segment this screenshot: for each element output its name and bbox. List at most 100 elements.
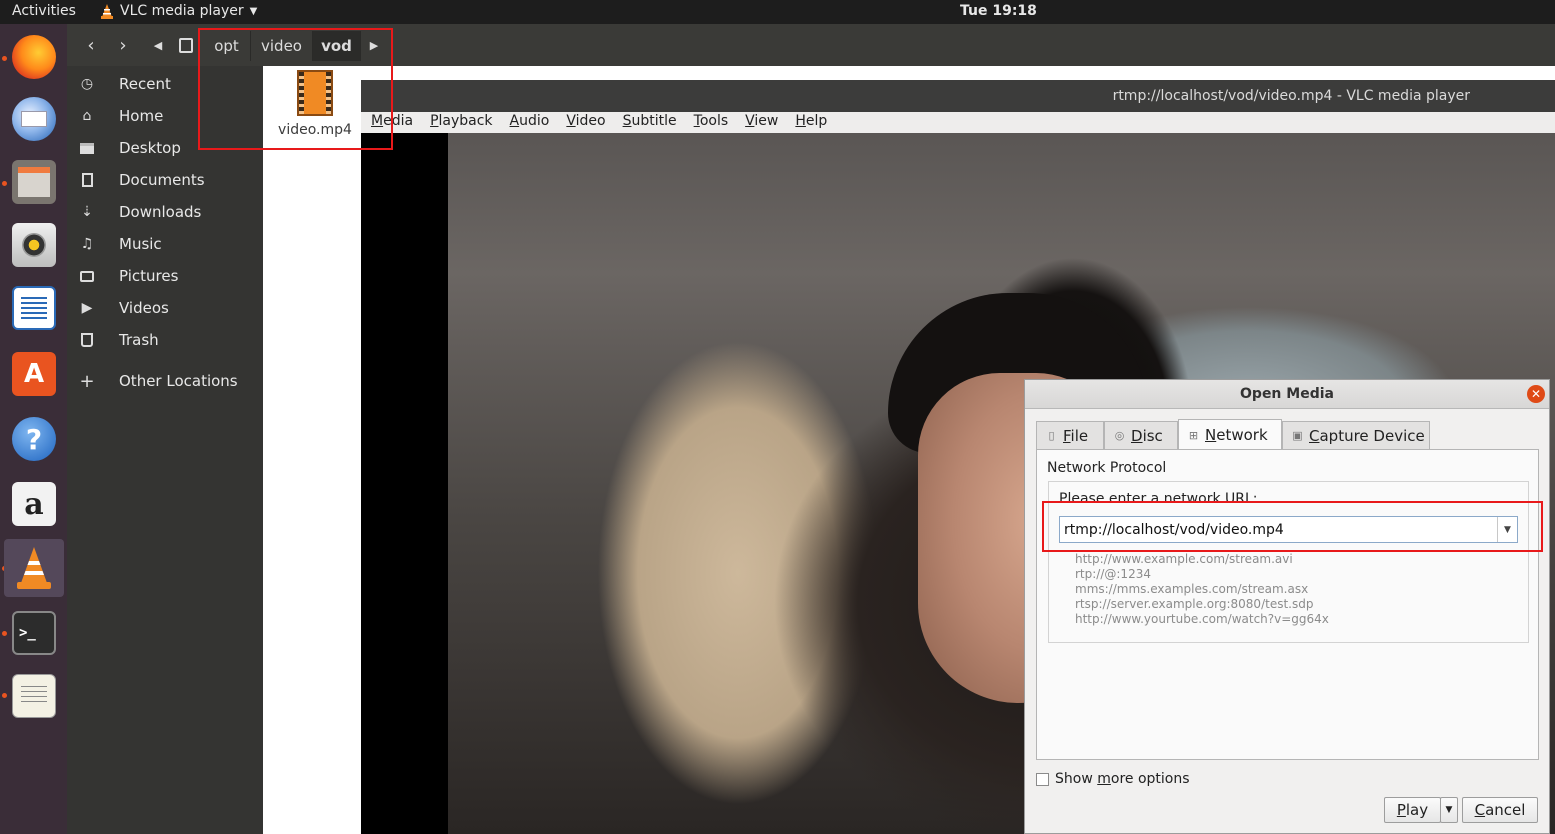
dock-terminal[interactable]: >_ — [4, 604, 64, 662]
menu-audio[interactable]: Audio — [500, 112, 557, 133]
sidebar-item-label: Recent — [119, 75, 171, 93]
trash-icon — [79, 332, 95, 348]
play-button[interactable]: Play — [1384, 797, 1441, 823]
activities-button[interactable]: Activities — [12, 3, 76, 19]
tab-label: Capture Device — [1309, 426, 1425, 445]
dock-firefox[interactable] — [4, 28, 64, 86]
sidebar-item-other-locations[interactable]: + Other Locations — [67, 366, 263, 396]
video-file-icon — [297, 70, 333, 116]
document-writer-icon — [12, 286, 56, 330]
dock-software[interactable]: A — [4, 345, 64, 403]
dock: A ? a >_ — [0, 24, 67, 834]
dock-files[interactable] — [4, 153, 64, 211]
download-icon: ⇣ — [81, 204, 93, 220]
path-scroll-left-button[interactable]: ◀ — [149, 31, 167, 59]
menu-subtitle[interactable]: Subtitle — [613, 112, 684, 133]
url-dropdown-button[interactable]: ▼ — [1497, 517, 1517, 542]
show-more-options-label: Show more options — [1055, 771, 1190, 787]
sidebar-item-home[interactable]: ⌂ Home — [67, 101, 263, 131]
dock-help[interactable]: ? — [4, 410, 64, 468]
sidebar-item-music[interactable]: ♫ Music — [67, 229, 263, 259]
sidebar-item-desktop[interactable]: Desktop — [67, 133, 263, 163]
url-example: http://www.yourtube.com/watch?v=gg64x — [1075, 612, 1329, 626]
triangle-left-icon: ◀ — [153, 38, 163, 52]
clock-icon: ◷ — [80, 76, 94, 92]
show-more-options-checkbox[interactable]: Show more options — [1036, 771, 1190, 787]
app-menu[interactable]: VLC media player ▼ — [100, 3, 257, 19]
clock[interactable]: Tue 19:18 — [960, 3, 1037, 19]
play-button-label: Play — [1396, 801, 1429, 819]
folder-icon — [79, 140, 95, 156]
sidebar-item-label: Downloads — [119, 203, 202, 221]
cancel-button[interactable]: Cancel — [1462, 797, 1538, 823]
chevron-right-icon: › — [119, 34, 127, 56]
tab-network[interactable]: ⊞ Network — [1178, 419, 1282, 450]
checkbox-box[interactable] — [1036, 772, 1049, 786]
file-item[interactable]: video.mp4 — [277, 70, 353, 138]
network-url-input[interactable] — [1060, 517, 1490, 542]
dock-rhythmbox[interactable] — [4, 216, 64, 274]
menu-help[interactable]: Help — [785, 112, 834, 133]
disk-icon — [179, 37, 193, 53]
vlc-titlebar[interactable]: rtmp://localhost/vod/video.mp4 - VLC med… — [361, 80, 1555, 112]
dock-text-editor[interactable] — [4, 667, 64, 725]
dock-amazon[interactable]: a — [4, 475, 64, 533]
breadcrumb-opt[interactable]: opt — [203, 31, 251, 61]
chevron-down-icon: ▼ — [1445, 805, 1453, 815]
vlc-cone-icon — [101, 4, 113, 19]
terminal-icon: >_ — [12, 611, 56, 655]
breadcrumb-video[interactable]: video — [251, 31, 313, 61]
close-button[interactable]: ✕ — [1527, 385, 1545, 403]
amazon-icon: a — [12, 482, 56, 526]
menu-video[interactable]: Video — [556, 112, 612, 133]
tab-file[interactable]: ▯ File — [1036, 421, 1104, 449]
sidebar-item-recent[interactable]: ◷ Recent — [67, 69, 263, 99]
document-icon — [79, 172, 95, 188]
tab-label: Disc — [1131, 426, 1163, 445]
network-tab-panel: Network Protocol Please enter a network … — [1036, 449, 1539, 760]
sidebar-item-trash[interactable]: Trash — [67, 325, 263, 355]
text-editor-icon — [12, 674, 56, 718]
files-icon — [12, 160, 56, 204]
file-name: video.mp4 — [278, 122, 352, 138]
path-scroll-right-button[interactable]: ▶ — [365, 31, 383, 59]
tab-label: Network — [1205, 426, 1268, 444]
menu-view[interactable]: View — [735, 112, 785, 133]
sidebar-item-pictures[interactable]: Pictures — [67, 261, 263, 291]
menu-tools[interactable]: Tools — [684, 112, 736, 133]
sidebar-item-downloads[interactable]: ⇣ Downloads — [67, 197, 263, 227]
dialog-titlebar[interactable]: Open Media — [1025, 380, 1549, 409]
play-options-dropdown[interactable]: ▼ — [1440, 797, 1458, 823]
sidebar-item-label: Trash — [119, 331, 159, 349]
menu-media[interactable]: Media — [361, 112, 420, 133]
app-menu-label: VLC media player — [120, 3, 244, 19]
sidebar-item-label: Home — [119, 107, 164, 125]
tab-capture-device[interactable]: ▣ Capture Device — [1282, 421, 1430, 449]
video-icon: ▶ — [81, 300, 93, 316]
sidebar-item-documents[interactable]: Documents — [67, 165, 263, 195]
network-url-combobox[interactable]: ▼ — [1059, 516, 1518, 543]
camera-icon — [79, 268, 95, 284]
home-icon: ⌂ — [82, 108, 92, 124]
root-path-button[interactable] — [175, 31, 197, 59]
url-example: rtsp://server.example.org:8080/test.sdp — [1075, 597, 1314, 611]
dock-writer[interactable] — [4, 279, 64, 337]
triangle-right-icon: ▶ — [369, 38, 379, 52]
sidebar-item-label: Music — [119, 235, 162, 253]
sidebar-item-label: Other Locations — [119, 372, 238, 390]
music-icon: ♫ — [80, 236, 94, 252]
network-icon: ⊞ — [1188, 428, 1199, 442]
software-bag-icon: A — [12, 352, 56, 396]
back-button[interactable]: ‹ — [77, 31, 105, 59]
dialog-title: Open Media — [1240, 386, 1334, 402]
dock-thunderbird[interactable] — [4, 90, 64, 148]
menu-playback[interactable]: Playback — [420, 112, 499, 133]
sidebar-item-videos[interactable]: ▶ Videos — [67, 293, 263, 323]
network-url-group: Please enter a network URL: ▼ http://www… — [1048, 481, 1529, 643]
tab-disc[interactable]: ◎ Disc — [1104, 421, 1178, 449]
forward-button[interactable]: › — [109, 31, 137, 59]
breadcrumb-vod[interactable]: vod — [313, 31, 361, 61]
chevron-down-icon: ▼ — [1504, 524, 1511, 535]
dock-vlc[interactable] — [4, 539, 64, 597]
thunderbird-icon — [12, 97, 56, 141]
